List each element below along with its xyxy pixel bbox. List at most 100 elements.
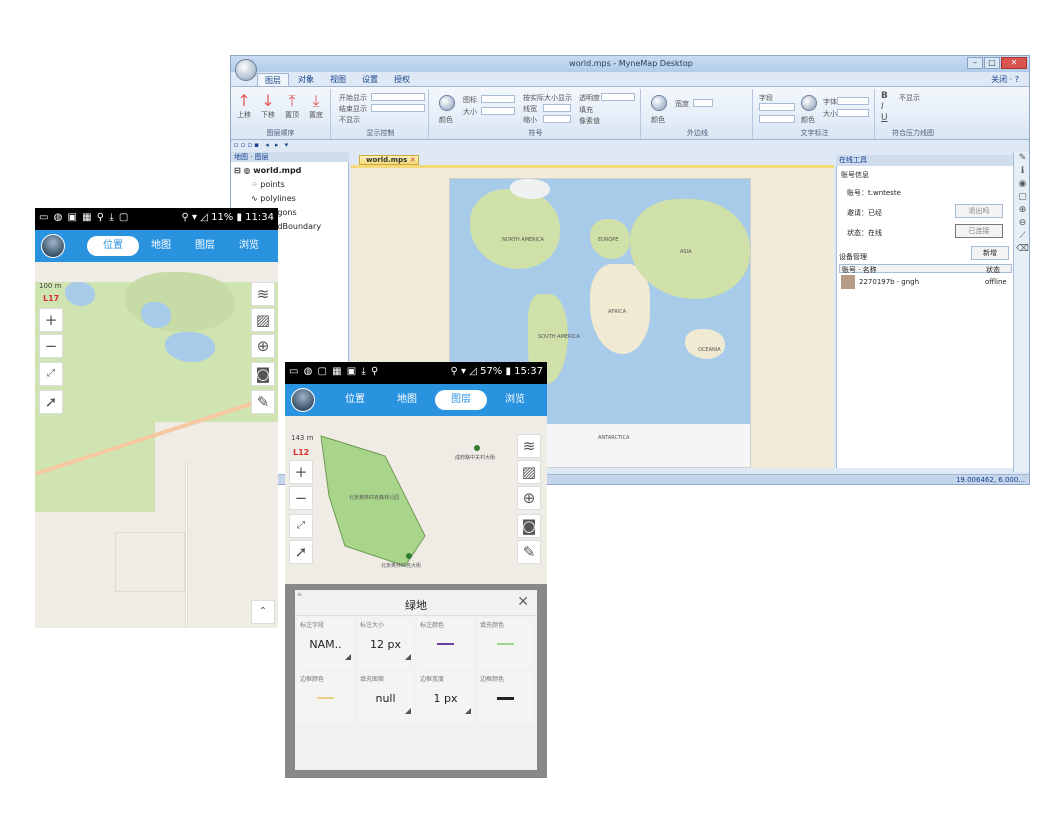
fullscreen-button[interactable]: ⤢ [39,362,63,386]
cell-label-size[interactable]: 标注大小 12 px [357,618,414,670]
text-field-select-2[interactable] [759,115,795,123]
tab-license[interactable]: 授权 [387,73,417,86]
layers-icon[interactable]: ◉ [1014,178,1029,191]
select-icon[interactable]: ▢ [1014,191,1029,204]
zoom-out-button[interactable]: − [39,334,63,358]
poi-marker-1[interactable] [474,445,480,451]
move-bottom-button[interactable]: ⤓ 置底 [307,92,325,120]
end-display-field[interactable] [371,104,425,112]
zoom-out-button[interactable]: − [289,486,313,510]
ribbon-help[interactable]: 关闭 · ? [991,74,1019,85]
transparency-field[interactable] [601,93,635,101]
maximize-button[interactable]: □ [984,57,1000,69]
italic-button[interactable]: I [881,102,884,112]
pixel-radio[interactable]: 像素值 [579,116,600,126]
erase-icon[interactable]: ⌫ [1014,243,1029,256]
locate-button[interactable]: ⊕ [251,334,275,358]
color-swatch-purple [437,643,454,645]
symbol-icon-field[interactable] [481,95,515,103]
info-icon[interactable]: ℹ [1014,165,1029,178]
shrink-field[interactable] [543,115,571,123]
tab-browse[interactable]: 浏览 [489,390,541,410]
font-size-select[interactable] [837,109,869,117]
avatar[interactable] [41,234,65,258]
dropdown-icon [405,708,411,714]
zoom-in-button[interactable]: + [289,460,313,484]
locate-button[interactable]: ⊕ [517,486,541,510]
tab-browse[interactable]: 浏览 [223,236,275,256]
text-field-select[interactable] [759,103,795,111]
layers-button[interactable]: ≋ [517,434,541,458]
edit-button[interactable]: ✎ [517,540,541,564]
cell-border-color[interactable]: 边框颜色 [297,672,354,724]
document-tab[interactable]: world.mps ✕ [359,155,419,165]
camera-button[interactable]: ◙ [517,514,541,538]
symbol-size-field[interactable] [481,107,515,115]
fullscreen-button[interactable]: ⤢ [289,514,313,538]
fill-color-icon[interactable] [439,95,455,111]
avatar[interactable] [291,388,315,412]
device-row[interactable]: 2270197b · gngh offline [839,274,1012,290]
layer-polylines[interactable]: ∿ polylines [251,194,296,203]
greenland-polygon[interactable] [320,435,426,567]
phone1-map[interactable] [35,262,278,628]
close-sheet-button[interactable]: ✕ [517,594,529,610]
poi-marker-2[interactable] [406,553,412,559]
outline-color-icon[interactable] [651,95,667,111]
layer-points[interactable]: ⁘ points [251,180,285,189]
tab-settings[interactable]: 设置 [355,73,385,86]
cell-border-width[interactable]: 边框宽度 1 px [417,672,474,724]
phone2-map[interactable]: 北京奥林匹克森林公园 成府路中关村大街 北京奥林匹克大街 [285,416,547,584]
tab-map[interactable]: 地图 [381,390,433,410]
cell-fill-color[interactable]: 填充颜色 [477,618,534,670]
text-color-icon[interactable] [801,95,817,111]
cell-label-field[interactable]: 标注字段 NAM.. [297,618,354,670]
hide-checkbox-label[interactable]: 不显示 [339,115,360,125]
tab-view[interactable]: 视图 [323,73,353,86]
zoom-in-button[interactable]: + [39,308,63,332]
new-device-button[interactable]: 新增 [971,246,1009,260]
outline-width-field[interactable] [693,99,713,107]
start-display-field[interactable] [371,93,425,101]
tab-position[interactable]: 位置 [329,390,381,410]
fill-toggle[interactable]: 填充 [579,105,593,115]
pointer-button[interactable]: ➚ [39,390,63,414]
move-up-button[interactable]: ↑ 上移 [235,92,253,120]
tab-object[interactable]: 对象 [291,73,321,86]
move-top-button[interactable]: ⤒ 置顶 [283,92,301,120]
actual-size-checkbox[interactable]: 按实际大小显示 [523,93,572,103]
pointer-button[interactable]: ➚ [289,540,313,564]
tab-layer[interactable]: 图层 [257,73,289,86]
font-select[interactable] [837,97,869,105]
move-down-button[interactable]: ↓ 下移 [259,92,277,120]
camera-button[interactable]: ◙ [251,362,275,386]
cell-label-color[interactable]: 标注颜色 [417,618,474,670]
ribbon-group-display: 开始显示 结束显示 不显示 显示控制 [333,89,429,139]
cell-border-color-2[interactable]: 边框颜色 [477,672,534,724]
layer-root[interactable]: ⊟ ◍ world.mpd [234,166,301,175]
connected-button[interactable]: 已连接 [955,224,1003,238]
text-hide-checkbox[interactable]: 不显示 [899,93,920,103]
bold-button[interactable]: B [881,91,888,101]
tab-layers[interactable]: 图层 [435,390,487,410]
cell-fill-pattern[interactable]: 填充图案 null [357,672,414,724]
ruler-button[interactable]: ▨ [251,308,275,332]
measure-icon[interactable]: ⟋ [1014,230,1029,243]
expand-up-button[interactable]: ⌃ [251,600,275,624]
logout-button[interactable]: 退出吗 [955,204,1003,218]
pencil-icon[interactable]: ✎ [1014,152,1029,165]
ruler-button[interactable]: ▨ [517,460,541,484]
zoom-out-icon[interactable]: ⊖ [1014,217,1029,230]
app-menu-orb[interactable] [235,59,257,81]
quick-access-toolbar[interactable]: ▫▫▫▪ ◂ ▸ ▾ [231,141,1029,151]
close-window-button[interactable]: ✕ [1001,57,1027,69]
edit-button[interactable]: ✎ [251,390,275,414]
line-width-field[interactable] [543,104,571,112]
oceania-shape [685,329,725,359]
tab-position[interactable]: 位置 [87,236,139,256]
close-tab-icon[interactable]: ✕ [410,156,416,164]
underline-button[interactable]: U [881,113,888,123]
minimize-button[interactable]: – [967,57,983,69]
zoom-in-icon[interactable]: ⊕ [1014,204,1029,217]
layers-button[interactable]: ≋ [251,282,275,306]
